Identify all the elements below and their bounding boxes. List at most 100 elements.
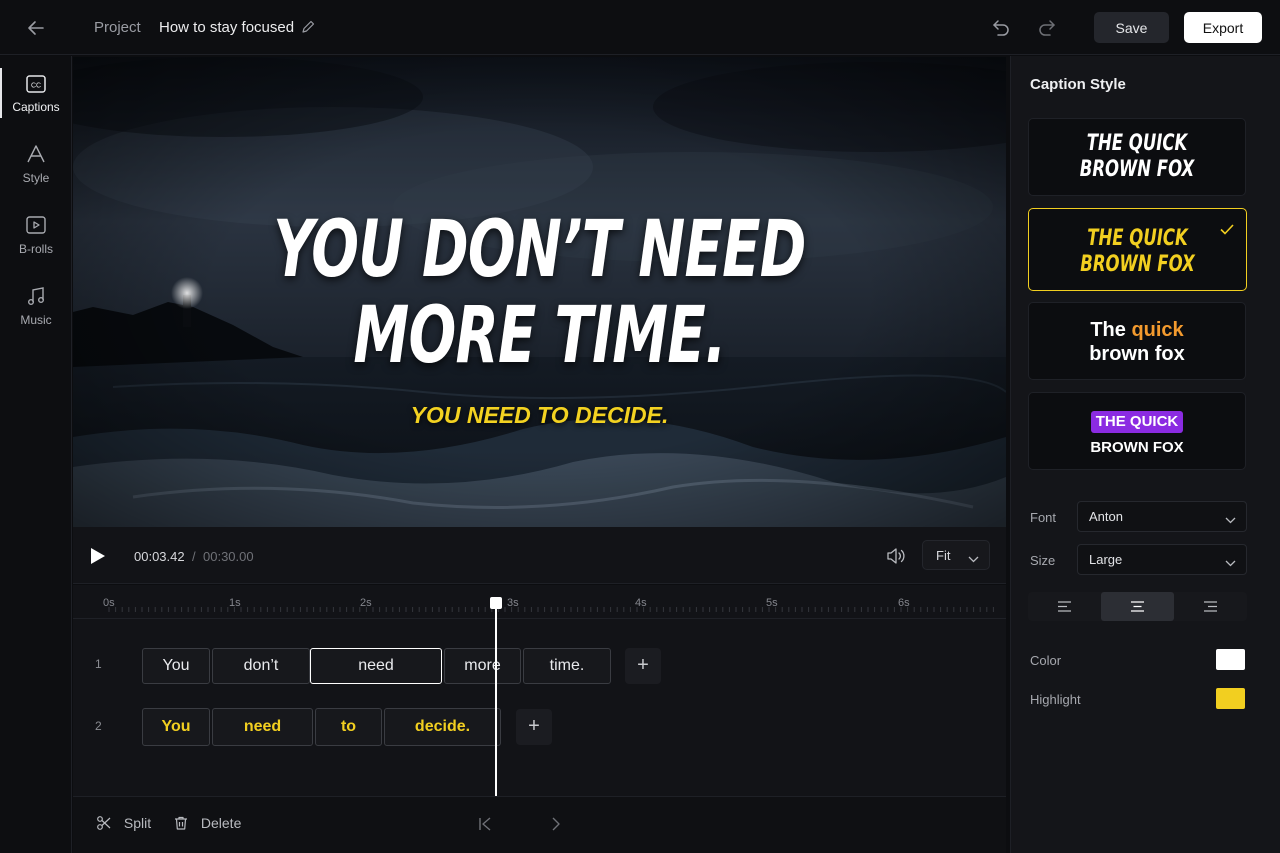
add-word-button[interactable]: + <box>516 709 552 745</box>
card-line: THE QUICK <box>1087 226 1188 251</box>
card-line: BROWN FOX <box>1079 157 1195 182</box>
caption-style-panel: Caption Style THE QUICK BROWN FOX THE QU… <box>1010 56 1280 853</box>
ruler-ticks <box>108 607 994 612</box>
undo-icon[interactable] <box>990 16 1012 38</box>
rail-label: B-rolls <box>18 242 53 256</box>
rail-label: Style <box>22 171 50 185</box>
left-rail: CC Captions Style B-rolls Music <box>0 56 72 853</box>
align-left-button[interactable] <box>1028 592 1101 621</box>
highlight-label: Highlight <box>1030 692 1081 707</box>
card-line: THE QUICK <box>1086 131 1188 156</box>
chevron-down-icon <box>968 551 979 566</box>
rail-label: Music <box>20 313 52 327</box>
cc-icon: CC <box>0 74 72 94</box>
fit-label: Fit <box>936 548 951 563</box>
align-center-button[interactable] <box>1101 592 1174 621</box>
font-value: Anton <box>1089 509 1123 524</box>
delete-label: Delete <box>200 815 242 831</box>
caption-main-text[interactable]: YOU DON’T NEED MORE TIME. <box>204 207 876 379</box>
track-number: 2 <box>95 719 102 733</box>
align-right-button[interactable] <box>1174 592 1247 621</box>
alignment-toggle-group <box>1028 592 1247 621</box>
rail-item-style[interactable]: Style <box>0 143 72 207</box>
ruler-label: 0s <box>103 597 115 609</box>
card-text-pre: The <box>1090 319 1132 341</box>
word-chip-selected[interactable]: need <box>310 648 442 684</box>
word-chip[interactable]: need <box>212 708 313 746</box>
word-chip[interactable]: to <box>315 708 382 746</box>
size-value: Large <box>1089 552 1123 567</box>
ruler-label: 5s <box>766 597 778 609</box>
rail-item-music[interactable]: Music <box>0 285 72 349</box>
ruler-label: 4s <box>635 597 647 609</box>
rail-item-captions[interactable]: CC Captions <box>0 74 72 138</box>
pencil-icon[interactable] <box>300 19 316 35</box>
word-chip[interactable]: more <box>444 648 521 684</box>
word-chip[interactable]: You <box>142 708 210 746</box>
size-label: Size <box>1030 553 1056 568</box>
time-separator: / <box>192 549 196 564</box>
split-button[interactable]: Split <box>96 815 151 831</box>
style-card-bold-white[interactable]: THE QUICK BROWN FOX <box>1028 118 1246 196</box>
font-select[interactable]: Anton <box>1077 501 1247 532</box>
chevron-down-icon <box>1225 512 1236 527</box>
trash-icon <box>173 815 201 831</box>
card-pill-text: THE QUICK <box>1090 411 1184 433</box>
video-preview[interactable]: YOU DON’T NEED MORE TIME. YOU NEED TO DE… <box>73 57 1006 527</box>
play-icon[interactable] <box>87 546 107 566</box>
breadcrumb-project[interactable]: Project <box>94 19 141 36</box>
text-color-swatch[interactable] <box>1216 649 1245 670</box>
zoom-fit-select[interactable]: Fit <box>922 540 990 570</box>
export-button[interactable]: Export <box>1184 12 1262 43</box>
word-chip[interactable]: decide. <box>384 708 501 746</box>
skip-to-start-icon[interactable] <box>478 816 492 837</box>
track-number: 1 <box>95 657 102 671</box>
scissors-icon <box>96 815 124 831</box>
project-title[interactable]: How to stay focused <box>159 19 294 36</box>
volume-icon[interactable] <box>886 547 906 565</box>
card-preview-text: The quick brown fox <box>1029 303 1245 366</box>
time-ruler[interactable]: 0s 1s 2s 3s 4s 5s 6s <box>73 585 1006 619</box>
bottom-toolbar: Split Delete <box>73 796 1006 853</box>
ruler-label: 6s <box>898 597 910 609</box>
ruler-label: 3s <box>507 597 519 609</box>
font-label: Font <box>1030 510 1057 525</box>
ruler-label: 2s <box>360 597 372 609</box>
rail-label: Captions <box>12 100 60 114</box>
top-bar: Project How to stay focused Save Export <box>0 0 1280 55</box>
card-preview-text: THE QUICK BROWN FOX <box>1056 209 1219 278</box>
style-card-highlight-word[interactable]: The quick brown fox <box>1028 302 1246 380</box>
word-chip[interactable]: time. <box>523 648 611 684</box>
total-time: 00:30.00 <box>203 549 254 564</box>
add-word-button[interactable]: + <box>625 648 661 684</box>
caption-line-2: MORE TIME. <box>353 291 726 381</box>
playhead-handle[interactable] <box>490 597 502 609</box>
current-time: 00:03.42 <box>134 549 185 564</box>
music-icon <box>0 285 72 307</box>
chevron-down-icon <box>1225 555 1236 570</box>
video-icon <box>0 214 72 236</box>
word-chip[interactable]: You <box>142 648 210 684</box>
back-arrow-icon[interactable] <box>24 16 48 40</box>
caption-sub-text[interactable]: YOU NEED TO DECIDE. <box>73 402 1006 429</box>
style-icon <box>0 143 72 165</box>
redo-icon[interactable] <box>1036 16 1058 38</box>
split-label: Split <box>123 815 152 831</box>
style-card-boxed[interactable]: THE QUICK BROWN FOX <box>1028 392 1246 470</box>
card-line: BROWN FOX <box>1080 252 1195 277</box>
ruler-label: 1s <box>229 597 241 609</box>
style-card-bold-yellow[interactable]: THE QUICK BROWN FOX <box>1028 208 1247 291</box>
caption-timeline[interactable]: 0s 1s 2s 3s 4s 5s 6s 1 You don’t need mo… <box>73 585 1006 796</box>
card-preview-text: THE QUICK BROWN FOX <box>1029 393 1245 461</box>
delete-button[interactable]: Delete <box>173 815 241 831</box>
highlight-color-swatch[interactable] <box>1216 688 1245 709</box>
save-button[interactable]: Save <box>1094 12 1169 43</box>
size-select[interactable]: Large <box>1077 544 1247 575</box>
caption-line-1: YOU DON’T NEED <box>273 205 806 295</box>
word-chip[interactable]: don’t <box>212 648 310 684</box>
chevron-right-icon[interactable] <box>549 816 561 837</box>
rail-item-b-rolls[interactable]: B-rolls <box>0 214 72 278</box>
checkmark-icon <box>1220 222 1234 240</box>
card-line: BROWN FOX <box>1090 439 1184 456</box>
playhead[interactable] <box>495 604 497 796</box>
